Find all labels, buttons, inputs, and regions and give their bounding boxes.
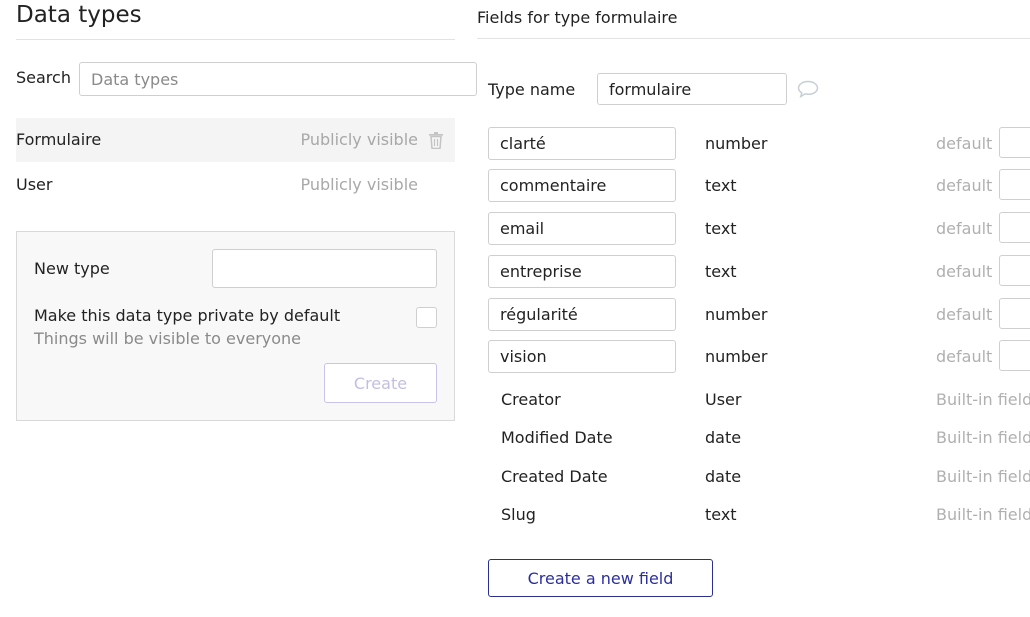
field-name-input[interactable] xyxy=(488,212,676,245)
visibility-status[interactable]: Publicly visible xyxy=(301,130,419,150)
field-type[interactable]: text xyxy=(705,176,737,196)
builtin-field-row: Creator User Built-in field xyxy=(477,383,1030,417)
field-name-input[interactable] xyxy=(488,127,676,160)
field-default-input[interactable] xyxy=(999,169,1030,200)
private-by-default-label: Make this data type private by default xyxy=(34,306,341,325)
field-default-input[interactable] xyxy=(999,298,1030,329)
field-row: number default xyxy=(477,127,1030,161)
builtin-field-note: Built-in field xyxy=(936,428,1030,447)
type-name-label: Type name xyxy=(488,80,576,99)
builtin-field-name: Created Date xyxy=(501,467,608,486)
field-type[interactable]: text xyxy=(705,219,737,239)
builtin-field-type: date xyxy=(705,428,742,447)
builtin-field-type: date xyxy=(705,467,742,486)
create-type-button[interactable]: Create xyxy=(324,363,437,403)
field-default-label: default xyxy=(936,219,993,238)
field-default-input[interactable] xyxy=(999,127,1030,158)
new-type-form: New type Make this data type private by … xyxy=(16,231,455,421)
field-default-input[interactable] xyxy=(999,212,1030,243)
builtin-field-note: Built-in field xyxy=(936,467,1030,486)
builtin-field-row: Slug text Built-in field xyxy=(477,498,1030,532)
type-name-input[interactable] xyxy=(597,73,787,105)
field-type[interactable]: number xyxy=(705,305,767,325)
data-type-name: Formulaire xyxy=(16,130,102,149)
create-new-field-button[interactable]: Create a new field xyxy=(488,559,713,597)
builtin-field-name: Modified Date xyxy=(501,428,613,447)
divider xyxy=(477,38,1030,39)
field-default-label: default xyxy=(936,176,993,195)
field-row: text default xyxy=(477,169,1030,203)
visibility-status[interactable]: Publicly visible xyxy=(301,175,419,195)
field-type[interactable]: number xyxy=(705,347,767,367)
search-input[interactable] xyxy=(79,62,477,96)
field-row: text default xyxy=(477,212,1030,246)
field-type[interactable]: text xyxy=(705,262,737,282)
page-title: Data types xyxy=(16,2,142,28)
builtin-field-row: Modified Date date Built-in field xyxy=(477,421,1030,455)
field-row: number default xyxy=(477,298,1030,332)
new-type-input[interactable] xyxy=(212,249,437,288)
private-hint: Things will be visible to everyone xyxy=(34,329,302,348)
field-name-input[interactable] xyxy=(488,169,676,202)
field-default-label: default xyxy=(936,134,993,153)
builtin-field-type: User xyxy=(705,390,742,409)
builtin-field-name: Slug xyxy=(501,505,536,524)
data-type-row-user[interactable]: User Publicly visible xyxy=(16,163,455,207)
builtin-field-note: Built-in field xyxy=(936,505,1030,524)
field-default-label: default xyxy=(936,347,993,366)
private-by-default-checkbox[interactable] xyxy=(416,307,437,328)
builtin-field-row: Created Date date Built-in field xyxy=(477,460,1030,494)
builtin-field-name: Creator xyxy=(501,390,561,409)
new-type-label: New type xyxy=(34,259,110,278)
field-default-input[interactable] xyxy=(999,255,1030,286)
field-type[interactable]: number xyxy=(705,134,767,154)
trash-icon[interactable] xyxy=(428,132,444,149)
field-row: text default xyxy=(477,255,1030,289)
field-row: number default xyxy=(477,340,1030,374)
fields-panel: Fields for type formulaire Type name num… xyxy=(477,0,1030,617)
field-default-label: default xyxy=(936,262,993,281)
search-label: Search xyxy=(16,68,71,87)
data-type-row-formulaire[interactable]: Formulaire Publicly visible xyxy=(16,118,455,162)
field-name-input[interactable] xyxy=(488,298,676,331)
fields-panel-title: Fields for type formulaire xyxy=(477,8,678,27)
field-name-input[interactable] xyxy=(488,340,676,373)
divider xyxy=(16,39,455,40)
field-default-input[interactable] xyxy=(999,340,1030,371)
data-type-name: User xyxy=(16,175,53,194)
field-default-label: default xyxy=(936,305,993,324)
speech-bubble-icon[interactable] xyxy=(797,80,819,98)
field-name-input[interactable] xyxy=(488,255,676,288)
builtin-field-type: text xyxy=(705,505,737,524)
builtin-field-note: Built-in field xyxy=(936,390,1030,409)
